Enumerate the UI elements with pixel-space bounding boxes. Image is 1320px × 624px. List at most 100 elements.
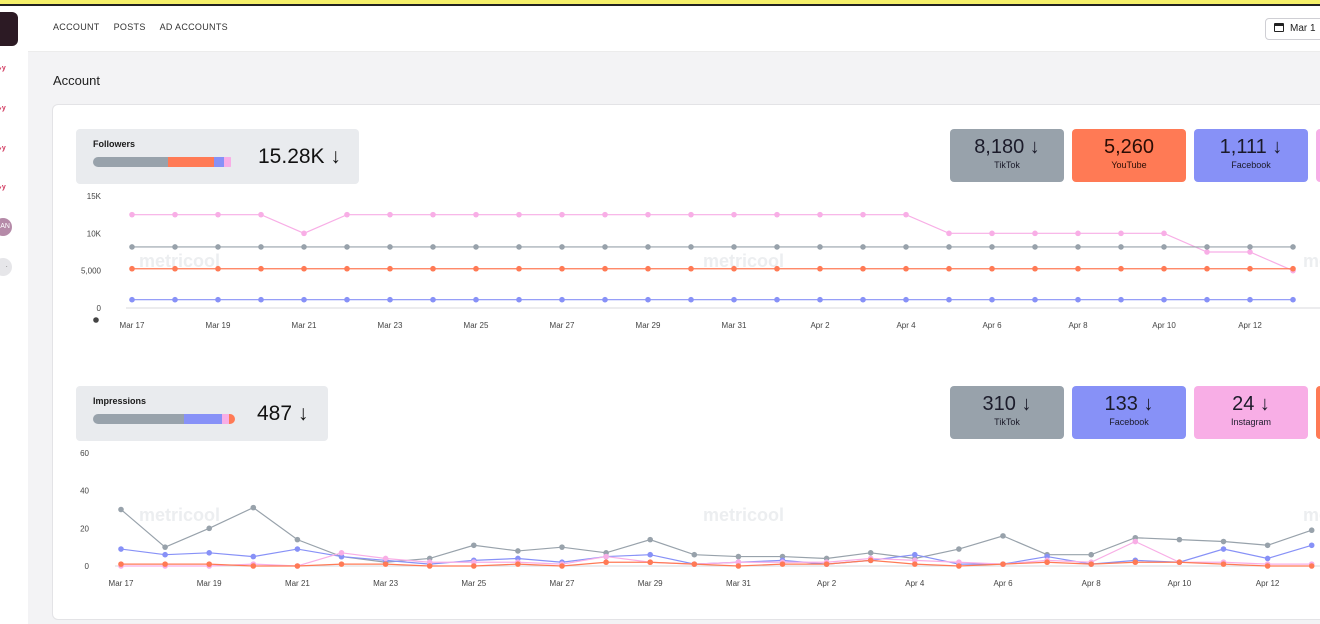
data-point <box>118 561 124 567</box>
data-point <box>430 296 436 303</box>
data-point <box>1000 561 1006 567</box>
data-point <box>1247 244 1253 250</box>
data-point <box>1118 244 1124 250</box>
x-tick-label: Apr 6 <box>993 579 1013 588</box>
network-name: TikTok <box>994 160 1020 170</box>
network-card-facebook[interactable]: 1,111 ↓ Facebook <box>1194 129 1308 182</box>
data-point <box>946 230 952 237</box>
x-tick-label: Mar 27 <box>550 321 575 330</box>
x-tick-label: Mar 21 <box>285 579 310 588</box>
brand-logo[interactable] <box>0 12 18 46</box>
data-point <box>645 244 651 250</box>
data-point <box>823 561 830 567</box>
x-tick-label: Mar 25 <box>461 579 486 588</box>
watermark-text: metricool <box>703 505 784 525</box>
x-tick-label: Apr 4 <box>896 321 916 330</box>
x-tick-label: Mar 25 <box>464 321 489 330</box>
data-point <box>688 265 694 272</box>
data-point <box>1075 244 1081 250</box>
data-point <box>215 296 221 303</box>
data-point <box>688 211 694 218</box>
data-point <box>559 211 565 218</box>
data-point <box>215 211 221 218</box>
data-point <box>903 211 909 218</box>
data-point <box>1290 265 1296 272</box>
avatar[interactable]: AN <box>0 218 12 236</box>
share-segment <box>183 414 223 424</box>
share-segment <box>222 414 230 424</box>
sidebar: ∿y ∿y ∿y ∿y AN · <box>0 6 28 624</box>
data-point <box>731 211 737 218</box>
more-icon[interactable]: · <box>0 258 12 276</box>
data-point <box>1032 230 1038 237</box>
data-point <box>1264 563 1271 569</box>
data-point <box>215 244 221 250</box>
date-range-button[interactable]: Mar 1 <box>1265 18 1320 40</box>
data-point <box>1308 542 1315 549</box>
data-point <box>1290 296 1296 303</box>
network-card-partial[interactable] <box>1316 386 1320 439</box>
data-point <box>1161 296 1167 303</box>
data-point <box>779 561 786 567</box>
data-point <box>989 296 995 303</box>
network-card-facebook[interactable]: 133 ↓ Facebook <box>1072 386 1186 439</box>
data-point <box>1176 559 1183 566</box>
network-card-youtube[interactable]: 5,260 YouTube <box>1072 129 1186 182</box>
data-point <box>471 563 477 569</box>
data-point <box>172 296 178 303</box>
watermark-text: metricool <box>1303 505 1320 525</box>
data-point <box>731 296 737 303</box>
network-name: Facebook <box>1231 160 1271 170</box>
data-point <box>301 230 307 237</box>
data-point <box>294 536 301 543</box>
network-card-partial[interactable] <box>1316 129 1320 182</box>
followers-summary: Followers 15.28K ↓ <box>76 129 359 184</box>
x-tick-label: Mar 17 <box>109 579 134 588</box>
brand-item-icon[interactable]: ∿y <box>0 183 12 193</box>
network-value: 133 ↓ <box>1104 393 1154 415</box>
data-point <box>912 551 918 558</box>
network-card-instagram[interactable]: 24 ↓ Instagram <box>1194 386 1308 439</box>
data-point <box>1247 249 1253 255</box>
share-segment <box>229 414 235 424</box>
network-value: 8,180 ↓ <box>974 136 1040 158</box>
network-card-tiktok[interactable]: 8,180 ↓ TikTok <box>950 129 1064 182</box>
data-point <box>956 563 962 569</box>
data-point <box>258 211 264 218</box>
tab-ad-accounts[interactable]: AD ACCOUNTS <box>160 22 228 32</box>
data-point <box>387 244 393 250</box>
brand-item-icon[interactable]: ∿y <box>0 64 12 74</box>
data-point <box>382 561 389 567</box>
brand-item-icon[interactable]: ∿y <box>0 104 12 114</box>
data-point <box>1088 551 1094 558</box>
share-segment <box>213 157 224 167</box>
data-point <box>387 296 393 303</box>
data-point <box>559 296 565 303</box>
x-tick-label: Mar 29 <box>638 579 663 588</box>
data-point <box>387 265 393 272</box>
data-point <box>1308 563 1315 569</box>
data-point <box>989 244 995 250</box>
network-card-tiktok[interactable]: 310 ↓ TikTok <box>950 386 1064 439</box>
data-point <box>473 265 479 272</box>
brand-item-icon[interactable]: ∿y <box>0 144 12 154</box>
data-point <box>250 563 257 569</box>
x-tick-label: Mar 31 <box>722 321 747 330</box>
followers-label: Followers <box>93 139 136 149</box>
tab-posts[interactable]: POSTS <box>114 22 146 32</box>
data-point <box>1220 546 1227 552</box>
data-point <box>1132 559 1139 566</box>
data-point <box>912 561 918 567</box>
network-value: 310 ↓ <box>982 393 1032 415</box>
data-point <box>1264 542 1271 549</box>
data-point <box>1032 265 1038 272</box>
data-point <box>817 244 823 250</box>
date-range-label: Mar 1 <box>1290 23 1316 34</box>
data-point <box>430 265 436 272</box>
network-value: 1,111 ↓ <box>1219 136 1283 158</box>
x-tick-label: Apr 10 <box>1168 579 1192 588</box>
data-point <box>258 244 264 250</box>
data-point <box>206 561 212 567</box>
tab-account[interactable]: ACCOUNT <box>53 22 100 32</box>
data-point <box>1308 527 1315 534</box>
